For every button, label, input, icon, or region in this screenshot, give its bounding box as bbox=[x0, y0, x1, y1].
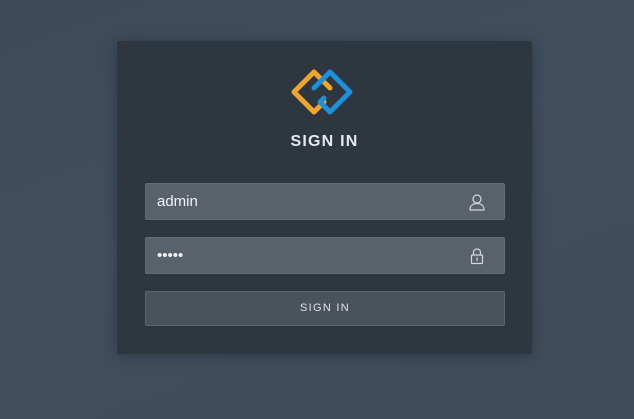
logo-blue-mark bbox=[327, 69, 353, 115]
username-field[interactable] bbox=[145, 183, 505, 220]
lock-icon bbox=[470, 248, 484, 265]
username-input[interactable] bbox=[146, 184, 456, 219]
password-input[interactable] bbox=[146, 238, 456, 273]
app-logo bbox=[291, 69, 353, 115]
login-card: SIGN IN SIGN IN bbox=[117, 41, 532, 354]
sign-in-button[interactable]: SIGN IN bbox=[145, 291, 505, 326]
page-title: SIGN IN bbox=[290, 133, 359, 150]
logo-orange-mark bbox=[291, 69, 317, 115]
user-icon bbox=[469, 194, 485, 211]
password-field[interactable] bbox=[145, 237, 505, 274]
